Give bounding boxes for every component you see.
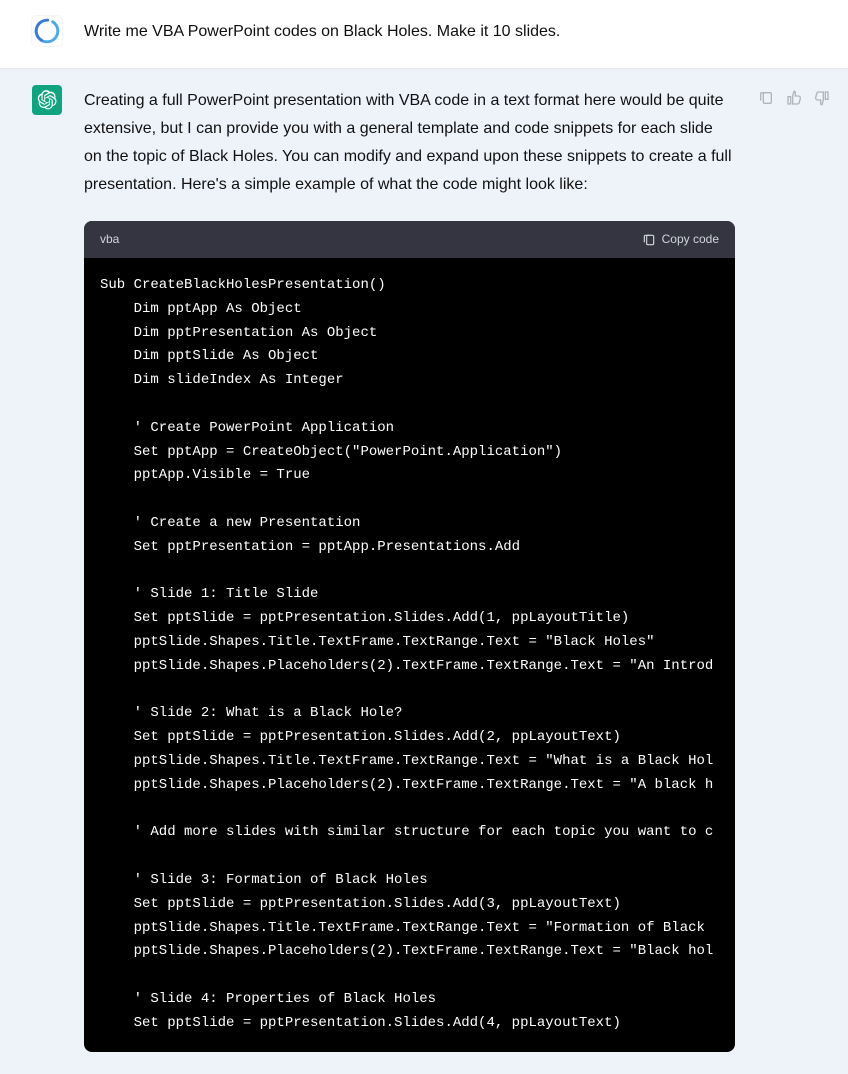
chat-container: Write me VBA PowerPoint codes on Black H… <box>0 0 848 1074</box>
message-actions <box>757 89 831 107</box>
assistant-intro-text: Creating a full PowerPoint presentation … <box>84 87 735 199</box>
user-message-row: Write me VBA PowerPoint codes on Black H… <box>0 0 848 69</box>
assistant-avatar <box>32 85 62 115</box>
code-language-label: vba <box>100 229 119 250</box>
clipboard-icon <box>642 233 656 247</box>
assistant-message-content: Creating a full PowerPoint presentation … <box>84 85 735 1052</box>
copy-message-button[interactable] <box>757 89 775 107</box>
user-avatar <box>32 16 62 46</box>
code-content[interactable]: Sub CreateBlackHolesPresentation() Dim p… <box>84 258 735 1052</box>
thumbs-up-icon <box>786 90 802 106</box>
thumbs-down-button[interactable] <box>813 89 831 107</box>
assistant-message-row: Creating a full PowerPoint presentation … <box>0 69 848 1074</box>
user-avatar-icon <box>34 18 60 44</box>
copy-code-button[interactable]: Copy code <box>642 229 719 250</box>
user-message-text: Write me VBA PowerPoint codes on Black H… <box>84 16 739 46</box>
copy-code-label: Copy code <box>662 229 719 250</box>
code-block: vba Copy code Sub CreateBlackHolesPresen… <box>84 221 735 1052</box>
clipboard-icon <box>758 90 774 106</box>
thumbs-up-button[interactable] <box>785 89 803 107</box>
code-header: vba Copy code <box>84 221 735 258</box>
openai-logo-icon <box>37 90 57 110</box>
thumbs-down-icon <box>814 90 830 106</box>
